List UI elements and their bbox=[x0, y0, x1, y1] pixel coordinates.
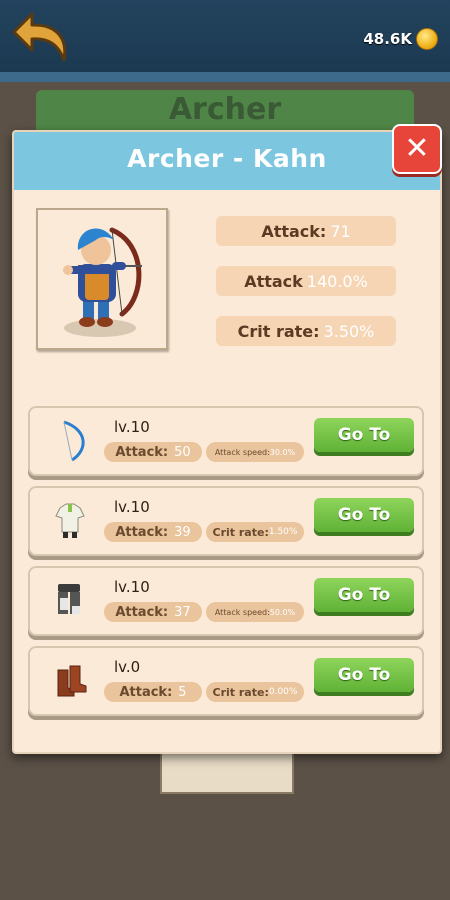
bow-icon bbox=[48, 418, 92, 462]
go-to-button[interactable]: Go To bbox=[314, 498, 414, 532]
go-to-button[interactable]: Go To bbox=[314, 578, 414, 612]
equipment-stat-attack: Attack: 50 bbox=[104, 442, 202, 462]
equipment-stat2-value: 50.0% bbox=[269, 607, 296, 617]
close-button[interactable]: ✕ bbox=[392, 124, 442, 174]
stat-attack-value: 71 bbox=[330, 221, 351, 241]
hero-portrait bbox=[36, 208, 168, 350]
equipment-stat-secondary: Attack speed: 30.0% bbox=[206, 442, 304, 462]
equipment-stat-secondary: Crit rate: 0.00% bbox=[206, 682, 304, 702]
stat-attack-label: Attack: bbox=[261, 221, 327, 241]
equipment-stat-label: Attack: bbox=[115, 444, 169, 460]
equipment-stat2-label: Attack speed: bbox=[214, 607, 270, 617]
equipment-level: lv.0 bbox=[114, 658, 141, 676]
stat-crit-rate-label: Crit rate: bbox=[237, 321, 320, 341]
currency-display: 48.6K bbox=[363, 26, 438, 52]
equipment-stat2-value: 1.50% bbox=[268, 527, 298, 537]
currency-amount: 48.6K bbox=[363, 30, 412, 48]
equipment-stat2-label: Attack speed: bbox=[214, 447, 270, 457]
dialog-title: Archer - Kahn bbox=[127, 144, 327, 173]
stat-attack-percent: Attack 140.0% bbox=[216, 266, 396, 296]
equipment-level: lv.10 bbox=[114, 498, 150, 516]
equipment-stat-secondary: Crit rate: 1.50% bbox=[206, 522, 304, 542]
equipment-stat2-value: 0.00% bbox=[268, 687, 298, 697]
boots-icon bbox=[48, 658, 92, 702]
equipment-stat2-label: Crit rate: bbox=[212, 685, 269, 699]
equipment-stat-value: 39 bbox=[174, 524, 191, 540]
equipment-stat-value: 5 bbox=[178, 684, 187, 700]
equipment-stat-value: 37 bbox=[174, 604, 191, 620]
background-banner-title: Archer bbox=[168, 92, 282, 127]
equipment-stat-value: 50 bbox=[174, 444, 191, 460]
equipment-row-boots: lv.0 Attack: 5 Crit rate: 0.00% Go To bbox=[28, 646, 424, 716]
background-hero-card bbox=[160, 748, 294, 794]
equipment-row-bow: lv.10 Attack: 50 Attack speed: 30.0% Go … bbox=[28, 406, 424, 476]
equipment-stat2-label: Crit rate: bbox=[212, 525, 269, 539]
stat-crit-rate: Crit rate: 3.50% bbox=[216, 316, 396, 346]
top-bar-edge bbox=[0, 72, 450, 82]
go-to-button[interactable]: Go To bbox=[314, 418, 414, 452]
equipment-stat-label: Attack: bbox=[115, 604, 169, 620]
stat-attack: Attack: 71 bbox=[216, 216, 396, 246]
stat-crit-rate-value: 3.50% bbox=[323, 321, 375, 341]
equipment-level: lv.10 bbox=[114, 578, 150, 596]
equipment-stat-attack: Attack: 39 bbox=[104, 522, 202, 542]
equipment-row-shirt: lv.10 Attack: 39 Crit rate: 1.50% Go To bbox=[28, 486, 424, 556]
equipment-stat2-value: 30.0% bbox=[269, 447, 296, 457]
equipment-stat-label: Attack: bbox=[119, 684, 173, 700]
equipment-stat-secondary: Attack speed: 50.0% bbox=[206, 602, 304, 622]
back-button[interactable] bbox=[10, 8, 74, 64]
equipment-stat-label: Attack: bbox=[115, 524, 169, 540]
coin-icon bbox=[416, 28, 438, 50]
archer-character-icon bbox=[63, 227, 142, 337]
back-arrow-icon bbox=[12, 12, 67, 62]
shirt-icon bbox=[48, 498, 92, 542]
dialog-header: Archer - Kahn bbox=[14, 132, 440, 190]
equipment-level: lv.10 bbox=[114, 418, 150, 436]
stat-attack-percent-label: Attack bbox=[244, 271, 303, 291]
pants-icon bbox=[48, 578, 92, 622]
equipment-row-pants: lv.10 Attack: 37 Attack speed: 50.0% Go … bbox=[28, 566, 424, 636]
stat-attack-percent-value: 140.0% bbox=[306, 271, 368, 291]
equipment-stat-attack: Attack: 37 bbox=[104, 602, 202, 622]
go-to-button[interactable]: Go To bbox=[314, 658, 414, 692]
equipment-stat-attack: Attack: 5 bbox=[104, 682, 202, 702]
